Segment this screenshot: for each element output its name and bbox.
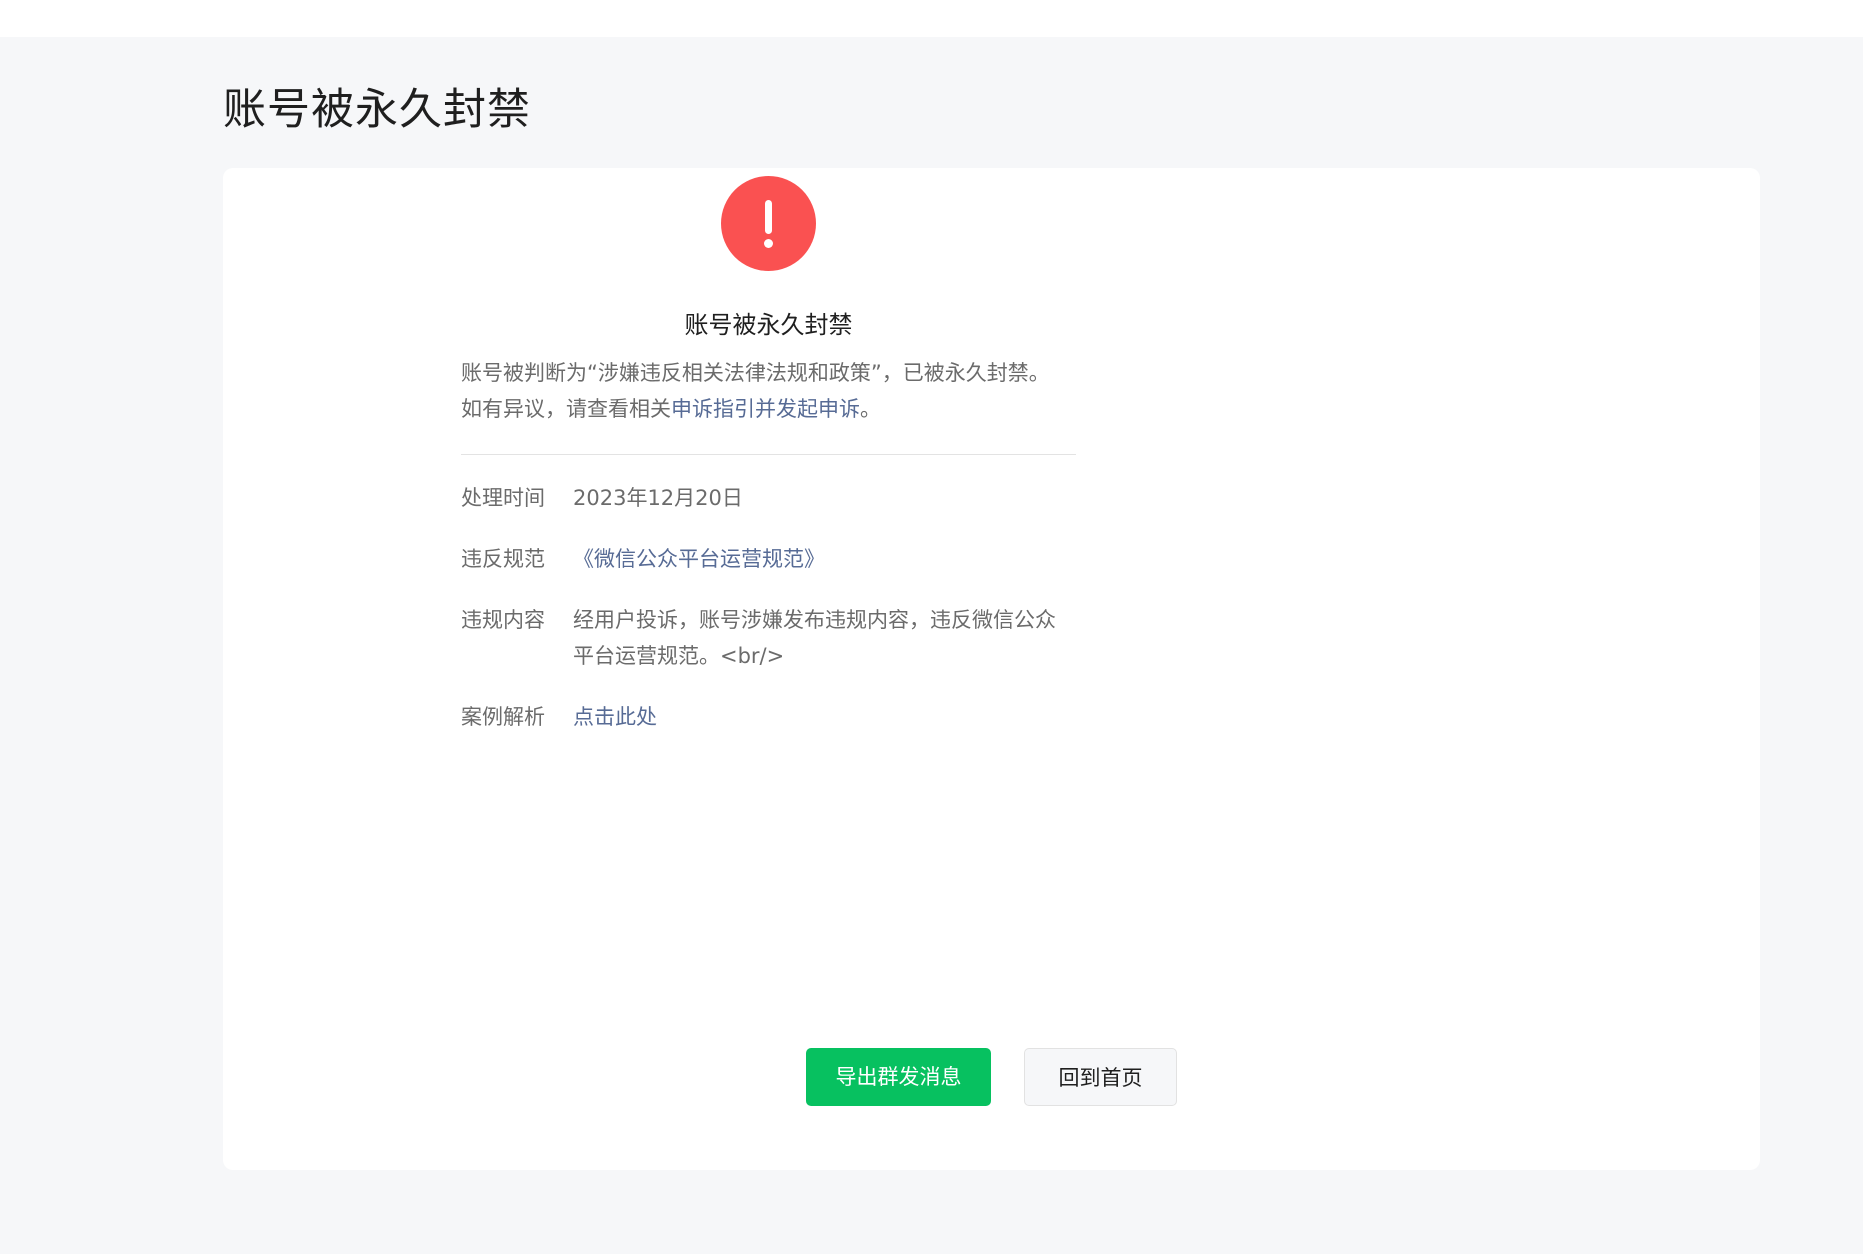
detail-row-content: 违规内容 经用户投诉，账号涉嫌发布违规内容，违反微信公众平台运营规范。<br/>: [461, 602, 1076, 674]
notice-description-line2: 如有异议，请查看相关申诉指引并发起申诉。: [461, 391, 1076, 427]
rule-label: 违反规范: [461, 547, 545, 571]
time-label: 处理时间: [461, 486, 545, 510]
case-analysis-link[interactable]: 点击此处: [573, 699, 1076, 735]
detail-row-case: 案例解析 点击此处: [461, 699, 1076, 735]
exclamation-bar: [765, 200, 772, 234]
notice-title: 账号被永久封禁: [684, 311, 853, 339]
notice-description-line1: 账号被判断为“涉嫌违反相关法律法规和政策”，已被永久封禁。: [461, 361, 1050, 385]
page-title: 账号被永久封禁: [223, 85, 531, 135]
content-value: 经用户投诉，账号涉嫌发布违规内容，违反微信公众平台运营规范。<br/>: [573, 608, 1056, 668]
appeal-suffix: 。: [860, 397, 881, 421]
appeal-prefix: 如有异议，请查看相关: [461, 397, 671, 421]
warning-icon: [721, 176, 816, 271]
top-bar: [0, 0, 1863, 37]
time-value: 2023年12月20日: [573, 486, 743, 510]
appeal-guide-link[interactable]: 申诉指引并发起申诉: [671, 397, 860, 421]
content-label: 违规内容: [461, 608, 545, 632]
detail-row-time: 处理时间 2023年12月20日: [461, 480, 1076, 516]
ban-details: 处理时间 2023年12月20日 违反规范 《微信公众平台运营规范》 违规内容 …: [461, 480, 1076, 735]
exclamation-dot: [764, 239, 773, 248]
detail-row-rule: 违反规范 《微信公众平台运营规范》: [461, 541, 1076, 577]
notice-description: 账号被判断为“涉嫌违反相关法律法规和政策”，已被永久封禁。 如有异议，请查看相关…: [461, 355, 1076, 427]
case-label: 案例解析: [461, 705, 545, 729]
notice-content: 账号被永久封禁 账号被判断为“涉嫌违反相关法律法规和政策”，已被永久封禁。 如有…: [461, 176, 1076, 760]
back-home-button[interactable]: 回到首页: [1024, 1048, 1177, 1106]
rule-link[interactable]: 《微信公众平台运营规范》: [573, 541, 1076, 577]
divider: [461, 454, 1076, 455]
export-messages-button[interactable]: 导出群发消息: [806, 1048, 991, 1106]
action-buttons: 导出群发消息 回到首页: [806, 1048, 1177, 1106]
